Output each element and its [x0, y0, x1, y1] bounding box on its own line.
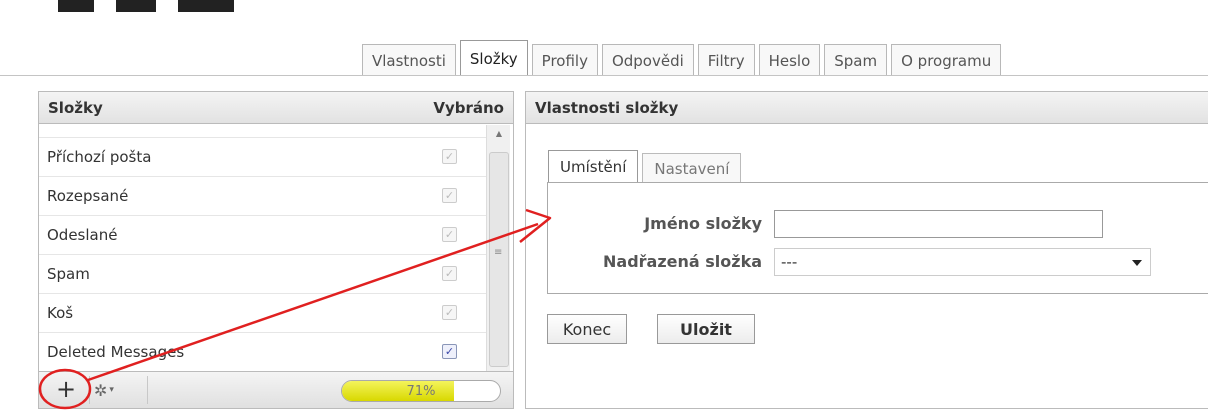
tab-nastaveni[interactable]: Nastavení [642, 153, 742, 183]
tab-vlastnosti[interactable]: Vlastnosti [362, 44, 456, 76]
parent-folder-select[interactable]: --- [774, 248, 1151, 276]
tab-umisteni[interactable]: Umístění [548, 150, 639, 183]
tab-profily[interactable]: Profily [531, 44, 598, 76]
folder-selected-checkbox: ✓ [442, 266, 457, 281]
scrollbar-thumb[interactable]: ≡ [489, 152, 509, 367]
scrollbar-grip-icon: ≡ [494, 247, 503, 258]
folder-row[interactable]: Spam ✓ [39, 255, 486, 294]
folder-actions-menu[interactable]: ✲ ▾ [94, 379, 134, 401]
tab-filtry[interactable]: Filtry [697, 44, 755, 76]
folder-selected-checkbox: ✓ [442, 149, 457, 164]
tab-spam[interactable]: Spam [824, 44, 888, 76]
folders-panel: Složky Vybráno Příchozí pošta ✓ Rozepsan… [38, 91, 514, 409]
parent-folder-value: --- [781, 253, 798, 271]
folder-selected-checkbox[interactable]: ✓ [442, 344, 457, 359]
tab-odpovedi[interactable]: Odpovědi [601, 44, 694, 76]
folder-selected-checkbox: ✓ [442, 227, 457, 242]
folder-name: Deleted Messages [47, 343, 185, 361]
folder-list-scrollbar[interactable]: ▲ ≡ [486, 125, 510, 372]
folder-location-form: Jméno složky Nadřazená složka --- [547, 182, 1208, 294]
folder-properties-title: Vlastnosti složky [535, 98, 679, 117]
folder-name: Rozepsané [47, 187, 129, 205]
folders-panel-title: Složky [48, 98, 103, 117]
selected-column-header: Vybráno [433, 98, 504, 117]
chevron-down-icon: ▾ [109, 385, 114, 395]
folder-name: Odeslané [47, 226, 118, 244]
folder-row[interactable]: Rozepsané ✓ [39, 177, 486, 216]
settings-tabs: Vlastnosti Složky Profily Odpovědi Filtr… [362, 40, 1005, 76]
folder-name: Příchozí pošta [47, 148, 152, 166]
folder-properties-tabs: Umístění Nastavení [548, 150, 745, 183]
folder-properties-header: Vlastnosti složky [526, 92, 1208, 124]
dropdown-arrow-icon [1132, 260, 1142, 266]
save-button[interactable]: Uložit [657, 314, 755, 344]
tab-heslo[interactable]: Heslo [758, 44, 821, 76]
folder-name: Koš [47, 304, 74, 322]
folder-name-label: Jméno složky [644, 214, 762, 233]
footer-separator [89, 376, 90, 404]
folder-row[interactable]: Příchozí pošta ✓ [39, 138, 486, 177]
folder-selected-checkbox: ✓ [442, 188, 457, 203]
folders-panel-footer: + ✲ ▾ 71% [39, 371, 513, 408]
logo-fragment [58, 0, 238, 14]
folders-panel-header: Složky Vybráno [39, 92, 513, 124]
tab-o-programu[interactable]: O programu [891, 44, 1002, 76]
folder-properties-panel: Vlastnosti složky Umístění Nastavení Jmé… [525, 91, 1208, 409]
folder-row[interactable]: Deleted Messages ✓ [39, 333, 486, 372]
close-button[interactable]: Konec [547, 314, 627, 344]
footer-separator [147, 376, 148, 404]
quota-bar: 71% [341, 380, 501, 402]
folder-list: Příchozí pošta ✓ Rozepsané ✓ Odeslané ✓ … [39, 125, 486, 372]
folder-name: Spam [47, 265, 90, 283]
plus-icon[interactable]: + [47, 377, 85, 403]
folder-selected-checkbox: ✓ [442, 305, 457, 320]
quota-percent-label: 71% [406, 384, 436, 399]
scroll-up-arrow-icon[interactable]: ▲ [487, 129, 511, 138]
folder-list-spacer [39, 125, 486, 138]
parent-folder-label: Nadřazená složka [603, 252, 762, 271]
gear-icon: ✲ [94, 380, 108, 400]
folder-name-input[interactable] [774, 210, 1103, 238]
tab-slozky[interactable]: Složky [459, 40, 528, 76]
folder-row[interactable]: Odeslané ✓ [39, 216, 486, 255]
tabs-divider [0, 75, 1208, 76]
folder-row[interactable]: Koš ✓ [39, 294, 486, 333]
